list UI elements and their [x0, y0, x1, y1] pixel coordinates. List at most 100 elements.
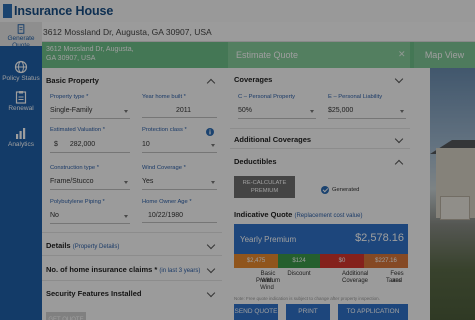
property-type-select[interactable]: Single-Family	[50, 104, 130, 119]
personal-property-select[interactable]: 50%	[238, 104, 316, 119]
chart-icon	[16, 128, 26, 139]
address-line-1: 3612 Mossland Dr, Augusta,	[46, 46, 134, 53]
personal-property-label: C – Personal Property	[238, 94, 296, 100]
sidebar-item-label: Policy Status	[2, 75, 40, 82]
details-label: Details	[46, 241, 71, 250]
generated-label: Generated	[332, 187, 360, 193]
to-application-button[interactable]: TO APPLICATION	[338, 304, 408, 320]
dropdown-arrow-icon	[211, 144, 215, 147]
house-garage	[440, 196, 470, 220]
divider	[230, 148, 410, 149]
property-type-label: Property type *	[50, 94, 89, 100]
year-built-input[interactable]: 2011	[142, 104, 217, 118]
claims-sub: (in last 3 years)	[159, 268, 201, 274]
sidebar-item-label: Renewal	[8, 105, 34, 112]
fees-taxes-value: $227.16	[364, 254, 408, 268]
dropdown-arrow-icon	[124, 181, 128, 184]
wind-coverage-select[interactable]: Yes	[142, 175, 217, 190]
expand-chevron-icon[interactable]	[206, 288, 216, 298]
deductibles-title[interactable]: Deductibles	[234, 157, 277, 166]
discount-label: Discount	[287, 271, 311, 277]
recalculate-premium-button[interactable]: RE-CALCULATE PREMIUM	[234, 176, 295, 198]
expand-chevron-icon[interactable]	[394, 134, 404, 144]
print-button[interactable]: PRINT	[286, 304, 330, 320]
expand-chevron-icon[interactable]	[206, 264, 216, 274]
polybutylene-value: No	[50, 212, 59, 219]
check-circle-icon	[321, 186, 329, 194]
owner-age-label: Home Owner Age *	[142, 199, 192, 205]
top-bar: Insurance House	[0, 0, 475, 23]
valuation-value: 282,000	[69, 141, 96, 148]
dropdown-arrow-icon	[124, 110, 128, 113]
map-view-button[interactable]: Map View	[414, 42, 475, 68]
yearly-premium-label: Yearly Premium	[240, 235, 297, 244]
basic-premium-label-line2: With Wind	[260, 278, 274, 291]
additional-coverage-label-line2: Coverage	[342, 278, 369, 284]
details-section[interactable]: Details (Property Details)	[46, 241, 119, 250]
currency-prefix: $	[54, 141, 58, 148]
basic-property-title: Basic Property	[46, 76, 99, 85]
divider	[42, 280, 222, 281]
get-quote-button[interactable]: GET QUOTE	[46, 312, 86, 320]
coverages-title: Coverages	[234, 75, 273, 84]
expand-chevron-icon[interactable]	[394, 74, 404, 84]
dropdown-arrow-icon	[310, 110, 314, 113]
expand-chevron-icon[interactable]	[206, 240, 216, 250]
logo[interactable]: Insurance House	[3, 3, 113, 19]
additional-coverage-value: $0	[320, 254, 364, 268]
collapse-chevron-icon[interactable]	[394, 159, 404, 169]
house-photo	[430, 68, 475, 320]
indicative-quote-label: Indicative Quote	[234, 210, 293, 219]
construction-type-value: Frame/Stucco	[50, 178, 94, 185]
main-content: Basic Property Property type * Single-Fa…	[42, 68, 430, 320]
collapse-chevron-icon[interactable]	[206, 78, 216, 88]
sidebar-item-policy-status[interactable]: Policy Status	[0, 60, 42, 82]
wind-coverage-value: Yes	[142, 178, 154, 185]
personal-liability-value: $25,000	[328, 107, 354, 114]
globe-icon	[14, 60, 28, 74]
info-icon[interactable]	[206, 128, 214, 136]
claims-section[interactable]: No. of home insurance claims * (in last …	[46, 265, 200, 274]
quote-note: Note: Free quote indication is subject t…	[234, 296, 380, 301]
personal-liability-select[interactable]: $25,000	[328, 104, 406, 119]
wind-coverage-label: Wind Coverage *	[142, 165, 186, 171]
sidebar-item-analytics[interactable]: Analytics	[0, 126, 42, 148]
personal-liability-label: E – Personal Liability	[328, 94, 383, 100]
clipboard-icon	[15, 91, 27, 104]
fees-taxes-label-line2: Taxes	[386, 278, 402, 284]
polybutylene-label: Polybutylene Piping *	[50, 199, 105, 205]
property-type-value: Single-Family	[50, 107, 93, 114]
close-icon[interactable]: ✕	[398, 49, 406, 60]
construction-type-label: Construction type *	[50, 165, 99, 171]
sidebar-item-renewal[interactable]: Renewal	[0, 90, 42, 112]
recalculate-line-1: RE-CALCULATE	[242, 180, 287, 186]
additional-coverages-title[interactable]: Additional Coverages	[234, 135, 311, 144]
valuation-input[interactable]: $ 282,000	[50, 138, 130, 153]
protection-class-label: Protection class *	[142, 127, 187, 133]
sidebar-item-generate-quote[interactable]: Generate Quote	[0, 22, 42, 49]
divider	[42, 232, 222, 233]
sidebar-item-label: Analytics	[7, 141, 34, 148]
recalculate-line-2: PREMIUM	[250, 188, 279, 194]
protection-class-select[interactable]: 10	[142, 138, 217, 153]
send-quote-button[interactable]: SEND QUOTE	[234, 304, 278, 320]
personal-property-value: 50%	[238, 107, 253, 114]
sidebar: Generate Quote Policy Status Renewal Ana…	[0, 22, 42, 320]
divider	[230, 128, 410, 129]
logo-mark-icon	[3, 4, 12, 18]
sidebar-item-label: Generate Quote	[7, 35, 35, 49]
owner-age-input[interactable]: 10/22/1980	[142, 209, 217, 223]
construction-type-select[interactable]: Frame/Stucco	[50, 175, 130, 190]
document-icon	[17, 24, 25, 34]
quote-action-bar: 3612 Mossland Dr, Augusta, GA 30907, USA…	[42, 42, 475, 68]
security-section[interactable]: Security Features Installed	[46, 289, 141, 298]
dropdown-arrow-icon	[124, 215, 128, 218]
discount-value: $124	[278, 254, 320, 268]
fees-taxes-label: Fees and Taxes	[364, 271, 408, 284]
claims-label: No. of home insurance claims *	[46, 265, 158, 274]
basic-premium-value: $2,475	[234, 254, 278, 268]
polybutylene-select[interactable]: No	[50, 209, 130, 224]
yearly-premium-banner: Yearly Premium $2,578.16	[234, 224, 408, 254]
estimate-quote-tab[interactable]: Estimate Quote	[228, 42, 410, 68]
divider	[42, 255, 222, 256]
